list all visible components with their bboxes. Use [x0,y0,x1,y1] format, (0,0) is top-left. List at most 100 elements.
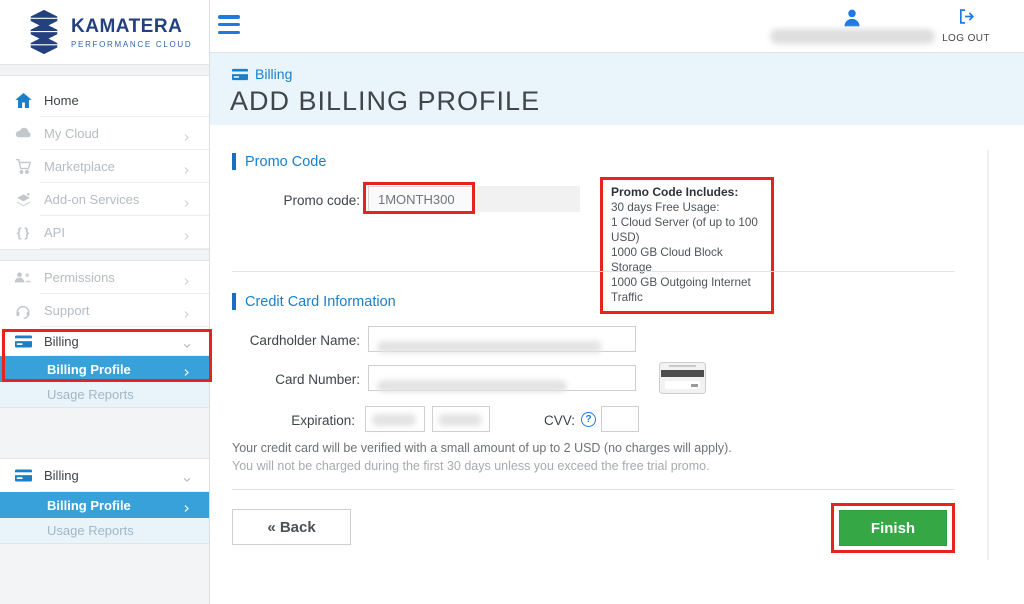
section-accent-bar [232,153,236,170]
cardholder-name-label: Cardholder Name: [230,333,360,348]
section-divider [232,271,955,272]
sidebar-item-usage-reports-2[interactable]: Usage Reports [0,518,209,543]
addon-services-icon [13,191,33,209]
sidebar-item-usage-reports[interactable]: Usage Reports [0,382,209,407]
sidebar-item-marketplace[interactable]: Marketplace [0,150,209,183]
user-icon[interactable] [842,8,862,28]
page-header: Billing ADD BILLING PROFILE [210,52,1024,125]
kamatera-logo[interactable]: KAMATERA PERFORMANCE CLOUD [0,0,209,64]
sidebar-item-label: API [44,225,65,240]
sidebar-divider-strip [0,64,209,76]
sidebar-item-label: Billing Profile [47,362,131,377]
hamburger-menu-icon[interactable] [218,15,240,34]
sidebar-item-label: Marketplace [44,159,115,174]
section-accent-bar [232,293,236,310]
page-title: ADD BILLING PROFILE [230,86,540,117]
sidebar-item-label: Add-on Services [44,192,139,207]
sidebar-item-label: Usage Reports [47,387,134,402]
expiration-label: Expiration: [230,413,355,428]
cvv-field-wrap [601,406,639,432]
chevron-right-icon [182,306,192,316]
billing-icon [13,467,33,485]
breadcrumb-label: Billing [255,66,292,82]
sidebar-item-addon-services[interactable]: Add-on Services [0,183,209,216]
sidebar-item-label: Usage Reports [47,523,134,538]
chevron-right-icon [182,195,192,205]
api-icon: { } [13,224,33,242]
cardholder-name-field-wrap [368,326,636,352]
redacted-value [372,414,416,426]
logout-icon [958,8,975,25]
home-icon [13,92,33,110]
topbar: LOG OUT [210,0,1024,52]
chevron-down-icon [182,337,192,347]
sidebar-item-permissions[interactable]: Permissions [0,261,209,294]
promo-section-title: Promo Code [245,154,326,170]
cvv-label: CVV: [510,413,575,428]
chevron-right-icon [182,273,192,283]
promo-includes-box: Promo Code Includes: 30 days Free Usage:… [600,177,774,314]
footer-divider [232,489,955,490]
credit-card-section-heading: Credit Card Information [232,293,396,310]
brand-tagline: PERFORMANCE CLOUD [71,40,192,49]
chevron-right-icon [182,162,192,172]
expiration-month-field-wrap [365,406,425,432]
cloud-icon [13,125,33,143]
cvv-help-icon[interactable]: ? [581,412,596,427]
support-icon [13,302,33,320]
sidebar-item-label: Billing [44,468,79,483]
credit-card-graphic-icon [659,362,706,394]
sidebar-item-billing-2[interactable]: Billing [0,459,209,492]
redacted-value [438,414,482,426]
chevron-down-icon [182,471,192,481]
sidebar-item-my-cloud[interactable]: My Cloud [0,117,209,150]
sidebar-item-billing-profile[interactable]: Billing Profile [0,356,209,382]
sidebar-item-label: Permissions [44,270,115,285]
promo-code-label: Promo code: [230,193,360,208]
promo-includes-title: Promo Code Includes: [611,185,763,200]
sidebar-item-support[interactable]: Support [0,294,209,327]
cvv-input[interactable] [602,407,638,431]
credit-card-section-title: Credit Card Information [245,294,396,310]
logout-button[interactable]: LOG OUT [941,8,991,44]
promo-code-field-wrap [368,186,474,212]
sidebar-gap [0,407,209,459]
expiration-year-field-wrap [432,406,490,432]
sidebar-item-home[interactable]: Home [0,84,209,117]
logo-text: KAMATERA PERFORMANCE CLOUD [71,16,192,49]
logout-label: LOG OUT [941,33,991,44]
promo-includes-line: 1000 GB Outgoing Internet Traffic [611,275,763,305]
sidebar-divider-strip [0,249,209,261]
sidebar-item-api[interactable]: { } API [0,216,209,249]
breadcrumb[interactable]: Billing [232,66,292,82]
sidebar-item-label: Billing Profile [47,498,131,513]
chevron-right-icon [182,129,192,139]
user-email-redacted [770,29,935,44]
brand-name: KAMATERA [71,16,192,38]
chevron-right-icon [182,500,192,510]
promo-includes-line: 1 Cloud Server (of up to 100 USD) [611,215,763,245]
promo-section-heading: Promo Code [232,153,326,170]
sidebar-item-billing-profile-2[interactable]: Billing Profile [0,492,209,518]
finish-button[interactable]: Finish [839,510,947,546]
promo-includes-line: 30 days Free Usage: [611,200,763,215]
kamatera-console: KAMATERA PERFORMANCE CLOUD Home My Cloud [0,0,1024,604]
main-content: Promo Code Promo code: Promo Code Includ… [210,125,1024,604]
kamatera-logo-icon [26,9,62,55]
chevron-right-icon [182,228,192,238]
billing-icon [13,333,33,351]
cart-icon [13,158,33,176]
scrollbar-track[interactable] [987,150,989,560]
sidebar-gap [0,543,209,604]
permissions-icon [13,269,33,287]
chevron-right-icon [182,364,192,374]
promo-code-input[interactable] [369,187,473,211]
sidebar-item-label: Home [44,93,79,108]
sidebar-item-label: Support [44,303,90,318]
verification-note: Your credit card will be verified with a… [232,441,732,455]
promo-field-extension [477,186,580,212]
trial-note: You will not be charged during the first… [232,459,710,473]
sidebar-item-billing[interactable]: Billing [0,327,209,356]
back-button[interactable]: « Back [232,509,351,545]
card-number-label: Card Number: [230,372,360,387]
